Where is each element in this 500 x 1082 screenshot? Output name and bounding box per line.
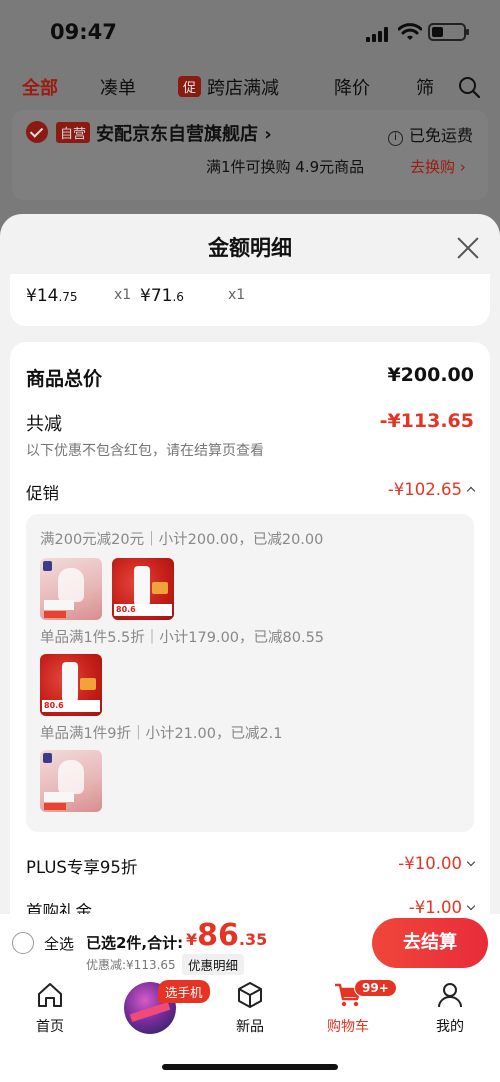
amount-detail-card: 商品总价 ¥200.00 共减 -¥113.65 以下优惠不包含红包，请在结算页… (10, 342, 490, 914)
product-thumbnail[interactable] (40, 558, 102, 620)
cart-count-badge: 99+ (354, 979, 397, 997)
tab-filter[interactable]: 筛 (416, 74, 434, 100)
reduce-note: 以下优惠不包含红包，请在结算页查看 (26, 443, 264, 459)
total-label: 商品总价 (26, 368, 103, 390)
chevron-down-icon (466, 901, 476, 911)
product-thumbnail[interactable]: 80.6 (112, 558, 174, 620)
promo-tag: 选手机 (158, 980, 210, 1003)
home-indicator (162, 1064, 338, 1070)
thumb-price: 80.6 (42, 700, 100, 712)
checkout-bar: 全选 已选2件,合计: ¥86.35 优惠减:¥113.65 优惠明细 去结算 (0, 914, 500, 976)
select-all-checkbox[interactable] (12, 932, 34, 954)
promo-group-2: 单品满1件5.5折｜小计179.00，已减80.55 (40, 630, 325, 646)
sheet-title: 金额明细 (208, 236, 292, 260)
tab-cart-label: 购物车 (327, 1019, 369, 1035)
amount-detail-sheet: 金额明细 ¥14.75 x1 ¥71.6 x1 商品总价 ¥200.00 共减 … (0, 214, 500, 914)
tab-all[interactable]: 全部 (22, 74, 58, 100)
swap-link[interactable]: 去换购 › (410, 156, 466, 177)
tab-mine-label: 我的 (436, 1019, 464, 1035)
promo-value: -¥102.65 (387, 480, 462, 499)
product-price-2: ¥71.6 (140, 286, 184, 306)
shipping-text: 已免运费 (409, 126, 474, 145)
product-qty-2: x1 (228, 287, 246, 303)
thumb-price: 80.6 (114, 604, 172, 616)
top-tabs: 全部 凑单 促跨店满减 降价 筛 (0, 70, 500, 104)
tab-coudan[interactable]: 凑单 (100, 74, 136, 100)
tab-home[interactable]: 首页 (15, 980, 85, 1036)
plus-label: PLUS专享95折 (26, 858, 138, 877)
promo-group-3: 单品满1件9折｜小计21.00，已减2.1 (40, 726, 283, 742)
swap-info: 满1件可换购 4.9元商品 (206, 158, 365, 176)
shipping-status[interactable]: i 已免运费 (388, 122, 473, 146)
promo-detail-box: 满200元减20元｜小计200.00，已减20.00 80.6 单品满1件5.5… (26, 514, 474, 832)
tab-new-label: 新品 (236, 1019, 264, 1035)
tab-home-label: 首页 (36, 1019, 64, 1035)
promo-badge: 促 (178, 76, 202, 97)
store-name[interactable]: 安配京东自营旗舰店 › (96, 120, 272, 146)
cube-icon (238, 982, 262, 1008)
tab-price-drop[interactable]: 降价 (334, 74, 370, 100)
search-icon[interactable] (458, 76, 480, 98)
gift-toggle[interactable]: -¥1.00 (408, 898, 476, 914)
battery-icon (428, 23, 469, 41)
close-icon[interactable] (456, 236, 480, 260)
user-icon (438, 983, 462, 1008)
total-value: ¥200.00 (387, 364, 474, 386)
discount-detail-link[interactable]: 优惠明细 (182, 954, 245, 975)
info-icon: i (388, 131, 403, 146)
gift-value: -¥1.00 (408, 898, 462, 914)
status-bar: 09:47 (0, 0, 500, 64)
chevron-down-icon (466, 857, 476, 867)
reduce-value: -¥113.65 (379, 410, 474, 432)
product-thumbnail[interactable] (40, 750, 102, 812)
selected-count: 已选2件,合计: (86, 934, 184, 952)
gift-label: 首购礼金 (26, 902, 92, 914)
tab-cross-store[interactable]: 促跨店满减 (178, 74, 279, 100)
store-checkbox[interactable] (26, 121, 48, 143)
tab-new[interactable]: 新品 (215, 980, 285, 1036)
self-operated-badge: 自营 (56, 122, 91, 143)
promo-toggle[interactable]: -¥102.65 (387, 480, 476, 499)
plus-toggle[interactable]: -¥10.00 (398, 854, 476, 873)
product-prices-card: ¥14.75 x1 ¥71.6 x1 (10, 274, 490, 326)
checkout-button[interactable]: 去结算 (372, 918, 488, 968)
promo-label: 促销 (26, 484, 59, 503)
tab-mine[interactable]: 我的 (415, 980, 485, 1036)
signal-icon (366, 26, 392, 42)
reduce-label: 共减 (26, 414, 62, 435)
total-amount: ¥86.35 (186, 918, 268, 953)
discount-summary: 优惠减:¥113.65 (86, 958, 176, 972)
tab-cross-store-label: 跨店满减 (207, 78, 280, 99)
home-icon (38, 983, 62, 1007)
wifi-icon (398, 23, 422, 40)
product-price-1: ¥14.75 (26, 286, 78, 306)
status-time: 09:47 (50, 20, 117, 44)
chevron-up-icon (466, 486, 476, 496)
product-qty-1: x1 (114, 287, 132, 303)
plus-value: -¥10.00 (398, 854, 462, 873)
select-all-label[interactable]: 全选 (44, 933, 74, 954)
product-thumbnail[interactable]: 80.6 (40, 654, 102, 716)
promo-group-1: 满200元减20元｜小计200.00，已减20.00 (40, 532, 324, 548)
